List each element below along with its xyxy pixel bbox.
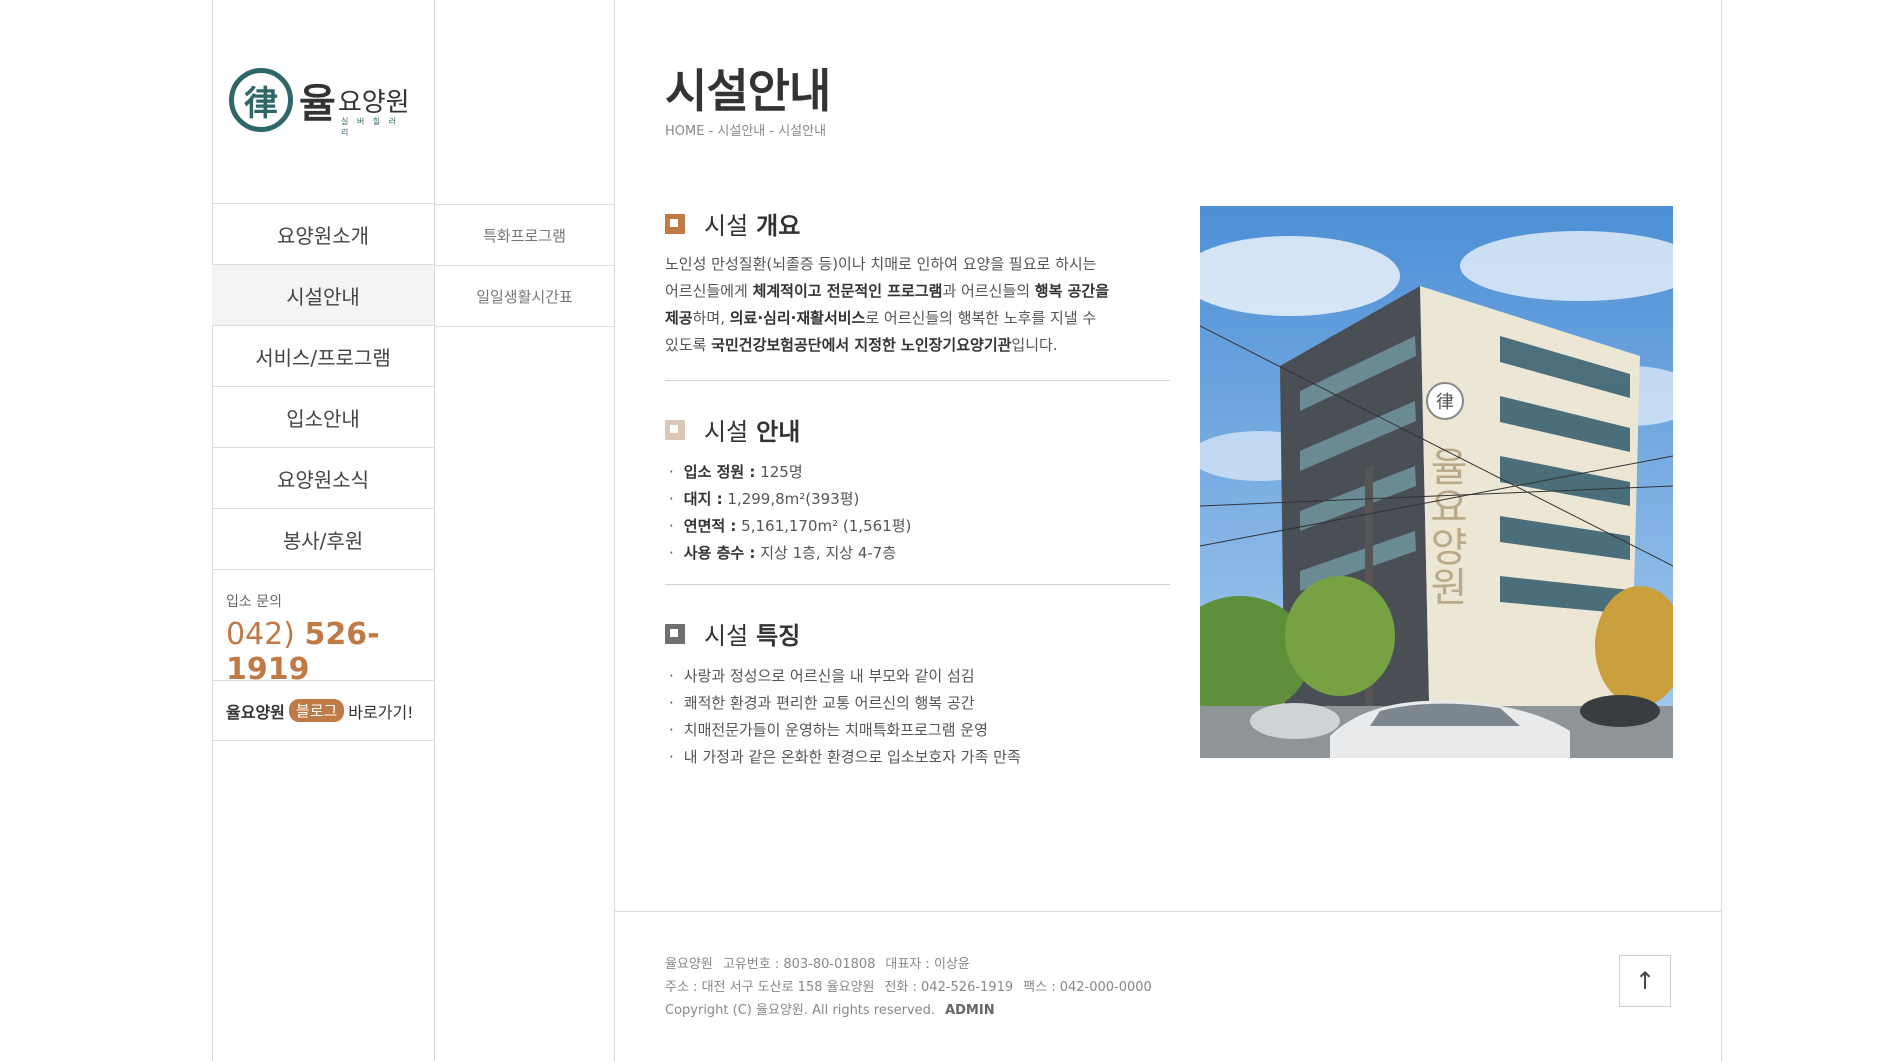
list-item: 연면적 : 5,161,170m² (1,561평)	[665, 513, 1170, 540]
logo-subtitle: 실 버 힐 러 리	[341, 117, 400, 137]
logo-mark-icon: 律	[229, 68, 293, 132]
inquiry-phone-area: 042)	[226, 617, 295, 652]
subnav-item-daily-schedule[interactable]: 일일생활시간표	[435, 266, 614, 327]
sidebar: 律 율 요양원 실 버 힐 러 리 요양원소개 시설안내 서비스/프로그램 입소…	[212, 0, 434, 1061]
overview-line-1: 노인성 만성질환(뇌졸증 등)이나 치매로 인하여 요양을 필요로 하시는	[665, 255, 1097, 273]
guide-head-light: 시설	[704, 418, 749, 446]
overview-text-part: 로 어르신들의 행복한 노후를 지낼 수	[865, 309, 1097, 327]
overview-text: 노인성 만성질환(뇌졸증 등)이나 치매로 인하여 요양을 필요로 하시는 어르…	[665, 251, 1170, 359]
facility-building-illustration: 律 율요양원	[1200, 206, 1673, 758]
footer-line-2: 주소 : 대전 서구 도산로 158 율요양원 전화 : 042-526-1919…	[665, 976, 1162, 999]
overview-line-2: 어르신들에게 체계적이고 전문적인 프로그램과 어르신들의 행복 공간을	[665, 278, 1170, 305]
section-guide-heading: 시설 안내	[665, 412, 1170, 447]
square-bullet-icon	[665, 623, 685, 644]
overview-text-part: 과 어르신들의	[942, 282, 1035, 300]
section-guide: 시설 안내 입소 정원 : 125명 대지 : 1,299,8m²(393평) …	[665, 412, 1170, 567]
overview-line-3: 제공하며, 의료·심리·재활서비스로 어르신들의 행복한 노후를 지낼 수	[665, 305, 1170, 332]
section-divider	[665, 380, 1170, 381]
section-overview-heading: 시설 개요	[665, 206, 1170, 241]
blog-name: 율요양원	[226, 702, 285, 722]
inquiry-label: 입소 문의	[226, 594, 282, 610]
scroll-top-button[interactable]: ↑	[1619, 955, 1671, 1007]
guide-item-value: 5,161,170m² (1,561평)	[736, 517, 912, 535]
overview-text-part: 입니다.	[1011, 336, 1058, 354]
overview-text-bold: 제공	[665, 309, 693, 327]
list-item: 사랑과 정성으로 어르신을 내 부모와 같이 섬김	[665, 663, 1170, 690]
guide-item-label: 사용 층수 :	[683, 544, 756, 562]
guide-item-value: 1,299,8m²(393평)	[722, 490, 860, 508]
overview-text-bold: 행복 공간을	[1034, 282, 1110, 300]
frame-sidebar-divider	[434, 0, 435, 1061]
guide-item-label: 입소 정원 :	[683, 463, 756, 481]
square-bullet-icon	[665, 213, 685, 234]
guide-item-label: 대지 :	[683, 490, 723, 508]
nav-item-news[interactable]: 요양원소식	[212, 448, 434, 509]
section-overview: 시설 개요 노인성 만성질환(뇌졸증 등)이나 치매로 인하여 요양을 필요로 …	[665, 206, 1170, 359]
nav-item-facility[interactable]: 시설안내	[212, 265, 434, 326]
inquiry-box: 입소 문의 042) 526-1919	[212, 569, 434, 687]
footer-address: 주소 : 대전 서구 도산로 158 율요양원	[665, 980, 875, 995]
list-item: 쾌적한 환경과 편리한 교통 어르신의 행복 공간	[665, 690, 1170, 717]
footer-line-1: 율요양원 고유번호 : 803-80-01808 대표자 : 이상윤	[665, 953, 1162, 976]
photo-sign-mark: 律	[1436, 392, 1454, 413]
inquiry-phone[interactable]: 042) 526-1919	[226, 617, 434, 687]
footer-ceo: 대표자 : 이상윤	[885, 957, 970, 972]
nav-item-volunteer[interactable]: 봉사/후원	[212, 509, 434, 570]
admin-link[interactable]: ADMIN	[945, 1003, 995, 1018]
arrow-up-icon: ↑	[1634, 967, 1656, 995]
logo-brand: 율	[299, 81, 336, 127]
footer-fax: 팩스 : 042-000-0000	[1023, 980, 1152, 995]
blog-tag: 블로그	[288, 699, 345, 722]
footer-reg: 고유번호 : 803-80-01808	[722, 957, 876, 972]
main-nav: 요양원소개 시설안내 서비스/프로그램 입소안내 요양원소식 봉사/후원	[212, 203, 434, 570]
overview-text-bold: 의료·심리·재활서비스	[729, 309, 866, 327]
overview-text-part: 어르신들에게	[665, 282, 753, 300]
footer-copyright: Copyright (C) 율요양원. All rights reserved.	[665, 1003, 936, 1018]
square-bullet-icon	[665, 419, 685, 440]
overview-head-bold: 개요	[756, 212, 801, 240]
list-item: 치매전문가들이 운영하는 치매특화프로그램 운영	[665, 717, 1170, 744]
guide-item-value: 지상 1층, 지상 4-7층	[755, 544, 897, 562]
features-list: 사랑과 정성으로 어르신을 내 부모와 같이 섬김 쾌적한 환경과 편리한 교통…	[665, 663, 1170, 771]
list-item: 대지 : 1,299,8m²(393평)	[665, 486, 1170, 513]
breadcrumb: HOME - 시설안내 - 시설안내	[665, 124, 827, 139]
nav-item-intro[interactable]: 요양원소개	[212, 204, 434, 265]
guide-item-value: 125명	[755, 463, 803, 481]
guide-list: 입소 정원 : 125명 대지 : 1,299,8m²(393평) 연면적 : …	[665, 459, 1170, 567]
footer: 율요양원 고유번호 : 803-80-01808 대표자 : 이상윤 주소 : 대전…	[665, 953, 1162, 1022]
footer-line-3: Copyright (C) 율요양원. All rights reserved.…	[665, 999, 1162, 1022]
sub-nav: 특화프로그램 일일생활시간표	[435, 204, 614, 327]
features-head-light: 시설	[704, 622, 749, 650]
section-divider	[665, 584, 1170, 585]
features-head-bold: 특징	[756, 622, 801, 650]
guide-head-bold: 안내	[756, 418, 801, 446]
logo[interactable]: 律 율 요양원 실 버 힐 러 리	[229, 68, 410, 137]
footer-divider	[615, 911, 1721, 912]
photo-sign-text: 율요양원	[1422, 446, 1468, 606]
subnav-item-special-program[interactable]: 특화프로그램	[435, 205, 614, 266]
footer-tel: 전화 : 042-526-1919	[884, 980, 1014, 995]
list-item: 사용 층수 : 지상 1층, 지상 4-7층	[665, 540, 1170, 567]
main-content: 시설안내 HOME - 시설안내 - 시설안내 시설 개요 노인성 만성질환(뇌…	[615, 0, 1721, 1061]
overview-head-light: 시설	[704, 212, 749, 240]
page-title: 시설안내	[665, 64, 831, 118]
overview-text-part: 있도록	[665, 336, 712, 354]
section-features: 시설 특징 사랑과 정성으로 어르신을 내 부모와 같이 섬김 쾌적한 환경과 …	[665, 616, 1170, 771]
frame-right-line	[1721, 0, 1722, 1061]
nav-item-services[interactable]: 서비스/프로그램	[212, 326, 434, 387]
overview-line-4: 있도록 국민건강보험공단에서 지정한 노인장기요양기관입니다.	[665, 332, 1170, 359]
logo-name: 요양원	[337, 87, 410, 118]
section-features-heading: 시설 특징	[665, 616, 1170, 651]
guide-item-label: 연면적 :	[683, 517, 737, 535]
blog-suffix: 바로가기!	[348, 702, 414, 722]
overview-text-part: 하며,	[692, 309, 730, 327]
overview-text-bold: 국민건강보험공단에서 지정한 노인장기요양기관	[711, 336, 1012, 354]
blog-link[interactable]: 율요양원 블로그 바로가기!	[212, 681, 434, 741]
facility-photo: 律 율요양원	[1200, 206, 1673, 758]
overview-text-bold: 체계적이고 전문적인 프로그램	[752, 282, 943, 300]
nav-item-admission[interactable]: 입소안내	[212, 387, 434, 448]
list-item: 내 가정과 같은 온화한 환경으로 입소보호자 가족 만족	[665, 744, 1170, 771]
list-item: 입소 정원 : 125명	[665, 459, 1170, 486]
footer-name: 율요양원	[665, 957, 713, 972]
